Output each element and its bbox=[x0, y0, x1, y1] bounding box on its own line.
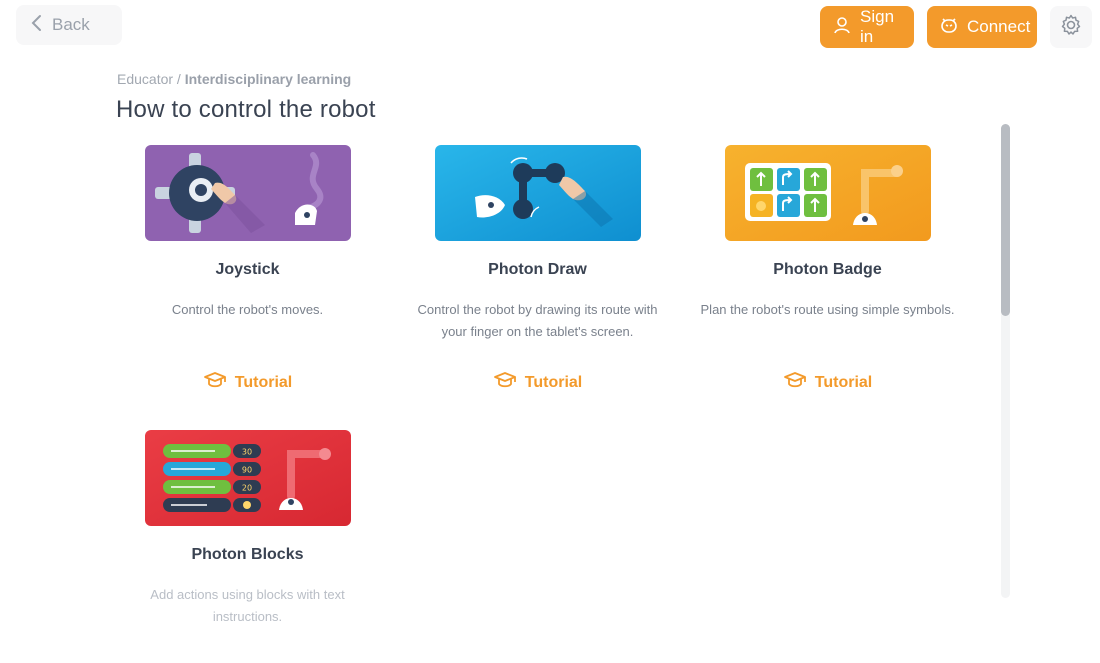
connect-button[interactable]: Connect bbox=[927, 6, 1037, 48]
card-title: Photon Badge bbox=[773, 261, 882, 278]
user-icon bbox=[832, 15, 852, 40]
photon-badge-illustration bbox=[724, 145, 931, 241]
card-joystick[interactable]: Joystick Control the robot's moves. Tuto… bbox=[120, 145, 375, 391]
tutorial-label: Tutorial bbox=[234, 373, 293, 391]
card-description: Control the robot's moves. bbox=[171, 302, 324, 317]
breadcrumb-parent[interactable]: Educator bbox=[117, 71, 173, 87]
sign-in-button[interactable]: Sign in bbox=[820, 6, 914, 48]
block-value: 30 bbox=[241, 448, 251, 457]
graduation-cap-icon bbox=[783, 371, 807, 394]
card-description: Plan the robot's route using simple symb… bbox=[700, 302, 955, 317]
graduation-cap-icon bbox=[493, 371, 517, 394]
block-value: 20 bbox=[241, 484, 251, 493]
card-description: Add actions using blocks with text instr… bbox=[150, 587, 345, 624]
tutorial-link[interactable]: Tutorial bbox=[410, 371, 665, 394]
photon-blocks-illustration: 30 90 20 bbox=[144, 430, 351, 526]
tutorial-label: Tutorial bbox=[814, 373, 873, 391]
tutorial-label: Tutorial bbox=[524, 373, 583, 391]
card-photon-badge[interactable]: Photon Badge Plan the robot's route usin… bbox=[700, 145, 955, 391]
graduation-cap-icon bbox=[203, 371, 227, 394]
robot-face-icon bbox=[939, 15, 959, 40]
photon-draw-illustration bbox=[434, 145, 641, 241]
settings-button[interactable] bbox=[1050, 6, 1092, 48]
chevron-left-icon bbox=[30, 14, 42, 37]
joystick-illustration bbox=[144, 145, 351, 241]
card-title: Joystick bbox=[215, 261, 280, 278]
tutorial-link[interactable]: Tutorial bbox=[700, 371, 955, 394]
card-photon-blocks[interactable]: 30 90 20 Photon Blocks Add actions using… bbox=[120, 430, 375, 628]
card-title: Photon Draw bbox=[488, 261, 587, 278]
connect-label: Connect bbox=[967, 17, 1031, 36]
card-title: Photon Blocks bbox=[191, 546, 304, 563]
breadcrumb-separator: / bbox=[173, 71, 185, 87]
breadcrumb: Educator / Interdisciplinary learning bbox=[117, 71, 351, 87]
back-label: Back bbox=[52, 15, 90, 34]
card-photon-draw[interactable]: Photon Draw Control the robot by drawing… bbox=[410, 145, 665, 391]
card-description: Control the robot by drawing its route w… bbox=[417, 302, 658, 339]
gear-icon bbox=[1059, 13, 1083, 42]
page-title: How to control the robot bbox=[116, 96, 376, 123]
block-value: 90 bbox=[241, 466, 251, 475]
top-actions: Sign in Connect bbox=[820, 6, 1092, 48]
back-button[interactable]: Back bbox=[16, 5, 122, 45]
breadcrumb-current: Interdisciplinary learning bbox=[184, 71, 352, 87]
scrollbar-thumb[interactable] bbox=[1001, 124, 1010, 316]
sign-in-label: Sign in bbox=[860, 7, 895, 46]
tutorial-link[interactable]: Tutorial bbox=[120, 371, 375, 394]
